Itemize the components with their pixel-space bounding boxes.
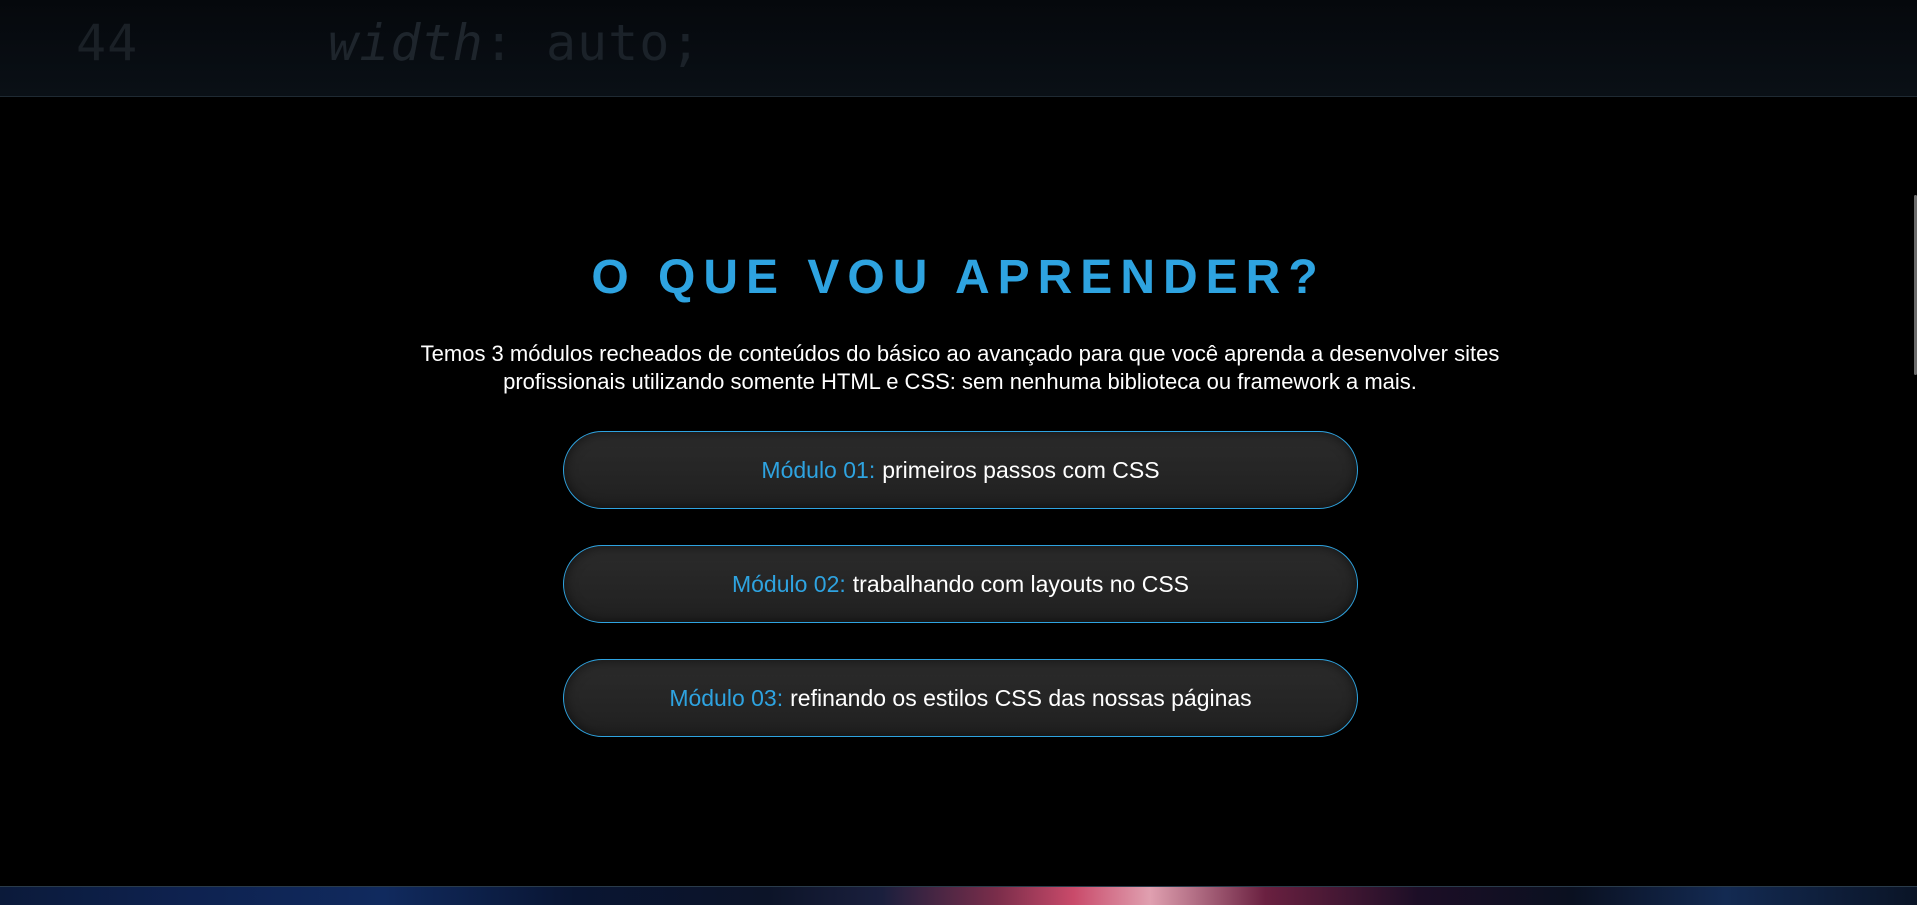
code-background-banner: 44 width: auto; bbox=[0, 0, 1917, 97]
page: 44 width: auto; O QUE VOU APRENDER? Temos… bbox=[0, 0, 1917, 905]
module-label: Módulo 01: bbox=[761, 456, 876, 483]
module-01-card[interactable]: Módulo 01: primeiros passos com CSS bbox=[563, 431, 1358, 509]
module-label: Módulo 03: bbox=[669, 684, 784, 711]
section-description: Temos 3 módulos recheados de conteúdos d… bbox=[420, 341, 1500, 394]
module-label: Módulo 02: bbox=[731, 570, 846, 597]
code-snippet: 44 width: auto; bbox=[76, 14, 701, 72]
code-line-number: 44 bbox=[76, 14, 139, 72]
module-02-card[interactable]: Módulo 02: trabalhando com layouts no CS… bbox=[563, 545, 1358, 623]
code-keyword: width bbox=[328, 14, 484, 72]
bottom-photo-banner bbox=[0, 886, 1917, 905]
module-03-card[interactable]: Módulo 03: refinando os estilos CSS das … bbox=[563, 659, 1358, 737]
learning-section: O QUE VOU APRENDER? Temos 3 módulos rech… bbox=[0, 98, 1917, 886]
section-title: O QUE VOU APRENDER? bbox=[591, 251, 1326, 304]
module-text: primeiros passos com CSS bbox=[882, 456, 1160, 483]
module-text: refinando os estilos CSS das nossas pági… bbox=[790, 684, 1252, 711]
code-value: : auto; bbox=[483, 14, 702, 72]
module-text: trabalhando com layouts no CSS bbox=[852, 570, 1190, 597]
scrollbar[interactable] bbox=[1913, 0, 1917, 905]
